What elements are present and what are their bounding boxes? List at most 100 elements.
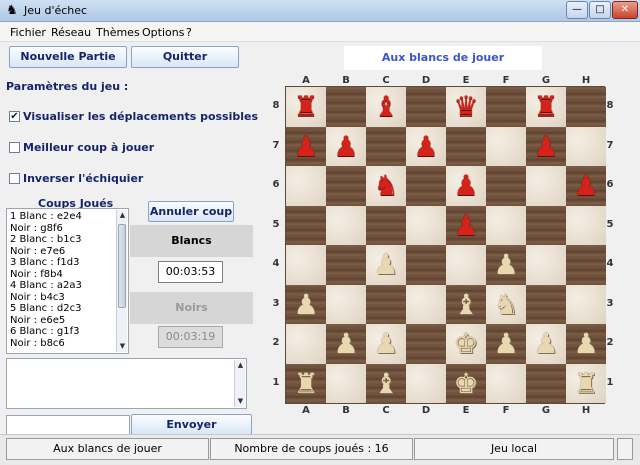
- board-square-d3[interactable]: [406, 284, 446, 324]
- maximize-button[interactable]: □: [589, 1, 611, 19]
- board-square-h8[interactable]: [566, 87, 606, 127]
- move-list-item[interactable]: Noir : b4c3: [10, 292, 65, 303]
- chat-log[interactable]: ▲ ▼: [6, 358, 247, 409]
- menu-themes[interactable]: Thèmes: [96, 26, 140, 39]
- board-square-c3[interactable]: [366, 284, 406, 324]
- board-square-b1[interactable]: [326, 363, 366, 403]
- board-square-a2[interactable]: [286, 324, 326, 364]
- chat-input[interactable]: [6, 415, 130, 435]
- black-bishop-icon[interactable]: ♝: [366, 87, 406, 127]
- menu-help[interactable]: ?: [186, 26, 192, 39]
- move-list[interactable]: ▲ ▼ 1 Blanc : e2e4 Noir : g8f6 2 Blanc : …: [6, 208, 129, 354]
- move-list-item[interactable]: 3 Blanc : f1d3: [10, 257, 79, 268]
- black-pawn-icon[interactable]: ♟: [326, 127, 366, 167]
- move-list-item[interactable]: 5 Blanc : d2c3: [10, 303, 81, 314]
- flip-board-checkbox[interactable]: [9, 173, 20, 184]
- board-square-d4[interactable]: [406, 245, 446, 285]
- board-square-a4[interactable]: [286, 245, 326, 285]
- board-square-b8[interactable]: [326, 87, 366, 127]
- quit-button[interactable]: Quitter: [131, 46, 239, 68]
- board-square-a6[interactable]: [286, 166, 326, 206]
- black-rook-icon[interactable]: ♜: [286, 87, 326, 127]
- white-rook-icon[interactable]: ♜: [286, 364, 326, 404]
- menu-fichier[interactable]: Fichier: [10, 26, 46, 39]
- white-bishop-icon[interactable]: ♝: [446, 285, 486, 325]
- board-square-f1[interactable]: [486, 363, 526, 403]
- black-pawn-icon[interactable]: ♟: [286, 127, 326, 167]
- white-pawn-icon[interactable]: ♟: [366, 324, 406, 364]
- board-square-b5[interactable]: [326, 205, 366, 245]
- board-square-g6[interactable]: [526, 166, 566, 206]
- move-list-item[interactable]: 6 Blanc : g1f3: [10, 326, 79, 337]
- white-pawn-icon[interactable]: ♟: [286, 285, 326, 325]
- scroll-down-icon[interactable]: ▼: [117, 341, 128, 352]
- board-square-g3[interactable]: [526, 284, 566, 324]
- move-list-item[interactable]: Noir : e6e5: [10, 315, 65, 326]
- show-moves-checkbox[interactable]: ✔: [9, 111, 20, 122]
- black-pawn-icon[interactable]: ♟: [526, 127, 566, 167]
- send-button[interactable]: Envoyer: [131, 414, 252, 435]
- move-list-item[interactable]: 4 Blanc : a2a3: [10, 280, 82, 291]
- move-list-item[interactable]: 2 Blanc : b1c3: [10, 234, 81, 245]
- white-pawn-icon[interactable]: ♟: [326, 324, 366, 364]
- black-rook-icon[interactable]: ♜: [526, 87, 566, 127]
- close-button[interactable]: ✕: [612, 1, 638, 19]
- board-square-b4[interactable]: [326, 245, 366, 285]
- move-list-item[interactable]: Noir : f8b4: [10, 269, 63, 280]
- undo-button[interactable]: Annuler coup: [148, 201, 234, 222]
- scroll-thumb[interactable]: [118, 224, 126, 308]
- move-list-item[interactable]: Noir : e7e6: [10, 246, 65, 257]
- board-square-d6[interactable]: [406, 166, 446, 206]
- board-square-d8[interactable]: [406, 87, 446, 127]
- menu-reseau[interactable]: Réseau: [51, 26, 91, 39]
- board-square-h5[interactable]: [566, 205, 606, 245]
- white-pawn-icon[interactable]: ♟: [566, 324, 606, 364]
- board-square-f8[interactable]: [486, 87, 526, 127]
- board-square-d5[interactable]: [406, 205, 446, 245]
- board-square-e4[interactable]: [446, 245, 486, 285]
- new-game-button[interactable]: Nouvelle Partie: [9, 46, 127, 68]
- board-square-d1[interactable]: [406, 363, 446, 403]
- board-square-f5[interactable]: [486, 205, 526, 245]
- white-king-icon[interactable]: ♚: [446, 324, 486, 364]
- best-move-checkbox[interactable]: [9, 142, 20, 153]
- board-square-g4[interactable]: [526, 245, 566, 285]
- menu-options[interactable]: Options: [142, 26, 184, 39]
- board-square-e7[interactable]: [446, 126, 486, 166]
- move-list-item[interactable]: 1 Blanc : e2e4: [10, 211, 82, 222]
- board-square-a5[interactable]: [286, 205, 326, 245]
- white-pawn-icon[interactable]: ♟: [486, 245, 526, 285]
- black-queen-icon[interactable]: ♛: [446, 87, 486, 127]
- chess-board[interactable]: ♜ ♝ ♛ ♜ ♟ ♟ ♟ ♟ ♞ ♟ ♟ ♟ ♟ ♟ ♟ ♝ ♞ ♟ ♟ ♚ ♟ ♟ ♟ ♜ ♝ ♚ ♜: [285, 86, 606, 404]
- black-pawn-icon[interactable]: ♟: [446, 166, 486, 206]
- chat-scroll-up-icon[interactable]: ▲: [235, 360, 246, 371]
- white-king-icon[interactable]: ♚: [446, 364, 486, 404]
- chat-scrollbar[interactable]: ▲ ▼: [234, 360, 245, 407]
- board-square-g5[interactable]: [526, 205, 566, 245]
- scroll-up-icon[interactable]: ▲: [117, 210, 128, 221]
- minimize-button[interactable]: —: [566, 1, 588, 19]
- board-square-f6[interactable]: [486, 166, 526, 206]
- white-pawn-icon[interactable]: ♟: [366, 245, 406, 285]
- board-square-h7[interactable]: [566, 126, 606, 166]
- move-list-item[interactable]: Noir : b8c6: [10, 338, 65, 349]
- board-square-h4[interactable]: [566, 245, 606, 285]
- white-rook-icon[interactable]: ♜: [566, 364, 606, 404]
- white-knight-icon[interactable]: ♞: [486, 285, 526, 325]
- board-square-g1[interactable]: [526, 363, 566, 403]
- board-square-h3[interactable]: [566, 284, 606, 324]
- black-pawn-icon[interactable]: ♟: [406, 127, 446, 167]
- white-pawn-icon[interactable]: ♟: [526, 324, 566, 364]
- move-list-item[interactable]: Noir : g8f6: [10, 223, 63, 234]
- white-pawn-icon[interactable]: ♟: [486, 324, 526, 364]
- chat-scroll-down-icon[interactable]: ▼: [235, 396, 246, 407]
- board-square-b3[interactable]: [326, 284, 366, 324]
- black-pawn-icon[interactable]: ♟: [566, 166, 606, 206]
- board-square-d2[interactable]: [406, 324, 446, 364]
- board-square-c7[interactable]: [366, 126, 406, 166]
- white-bishop-icon[interactable]: ♝: [366, 364, 406, 404]
- board-square-f7[interactable]: [486, 126, 526, 166]
- move-list-scrollbar[interactable]: ▲ ▼: [116, 210, 127, 352]
- black-pawn-icon[interactable]: ♟: [446, 206, 486, 246]
- board-square-b6[interactable]: [326, 166, 366, 206]
